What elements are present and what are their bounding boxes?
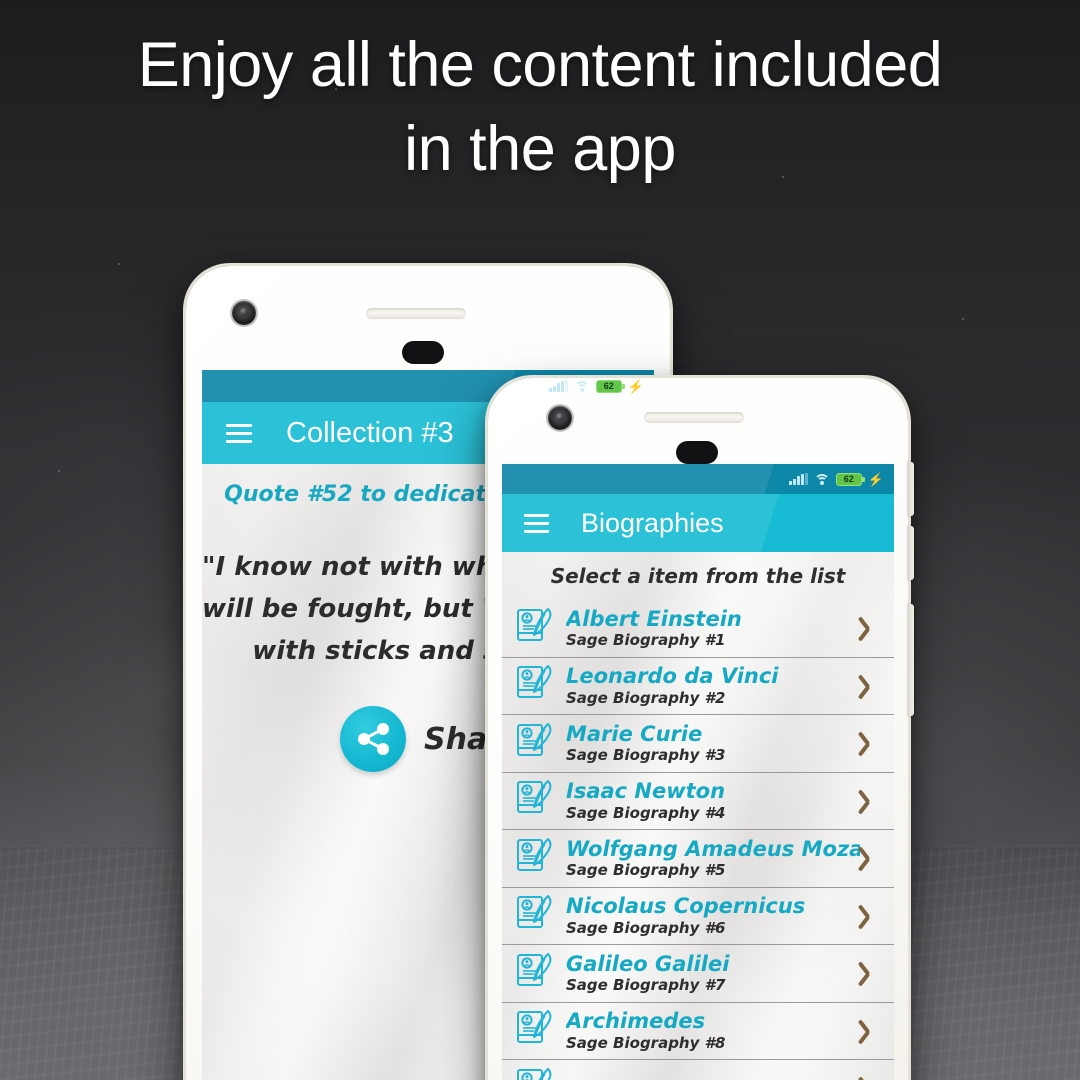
appbar-sheen (202, 370, 519, 402)
list-item-subtitle: Sage Biography #6 (566, 918, 726, 937)
hamburger-menu-icon[interactable] (226, 423, 252, 443)
appbar-sheen (502, 464, 778, 494)
list-item[interactable]: Isaac Newton Sage Biography #4 (502, 773, 894, 830)
front-camera-icon (232, 301, 256, 325)
list-item-subtitle: Sage Biography #5 (566, 861, 726, 879)
biography-book-quill-icon (512, 775, 558, 826)
battery-level-label: 62 (843, 473, 854, 484)
battery-icon: 62 (595, 379, 625, 393)
battery-level-label: 62 (603, 380, 614, 391)
list-hint-label: Select a item from the list (550, 564, 846, 588)
list-item-title: Marie Curie (566, 722, 703, 746)
chevron-right-icon[interactable] (857, 673, 880, 700)
list-item-subtitle: Sage Biography #3 (566, 746, 726, 764)
battery-icon: 62 (835, 472, 865, 486)
list-item[interactable]: Nicolaus Copernicus Sage Biography #6 (502, 888, 894, 945)
sensor-pill (402, 341, 444, 364)
chevron-right-icon[interactable] (857, 1075, 880, 1080)
background-speck (118, 263, 120, 265)
volume-down-button[interactable] (907, 526, 914, 580)
sensor-pill (676, 441, 718, 464)
volume-up-button[interactable] (907, 462, 914, 516)
share-icon[interactable] (340, 706, 406, 772)
biography-book-quill-icon (512, 833, 558, 884)
list-item-subtitle: Sage Biography #7 (566, 976, 726, 994)
promo-stage: Enjoy all the content included in the ap… (0, 0, 1080, 1080)
list-item[interactable]: Leonardo da Vinci Sage Biography #2 (502, 658, 894, 715)
front-camera-icon (548, 406, 572, 430)
list-item-subtitle: Sage Biography #1 (566, 631, 726, 649)
front-phone-screen: 62 ⚡ Biographies Select a item from the … (502, 464, 894, 1080)
chevron-right-icon[interactable] (857, 903, 880, 930)
headline-line-1: Enjoy all the content included (137, 30, 943, 100)
list-item-title: Galileo Galilei (566, 952, 730, 976)
background-speck (58, 470, 60, 472)
biography-book-quill-icon (512, 948, 558, 999)
biographies-list[interactable]: Albert Einstein Sage Biography #1 Leonar… (502, 600, 894, 1080)
list-item-subtitle: Sage Biography #2 (566, 688, 726, 707)
list-item-title: Albert Einstein (566, 607, 742, 631)
chevron-right-icon[interactable] (857, 788, 880, 815)
headline-line-2: in the app (404, 113, 676, 184)
chevron-right-icon[interactable] (857, 730, 880, 757)
biography-book-quill-icon (512, 1063, 558, 1080)
list-item[interactable]: Archimedes Sage Biography #8 (502, 1003, 894, 1060)
front-phone-device: 62 ⚡ Biographies Select a item from the … (488, 378, 914, 1080)
list-item-subtitle: Sage Biography #4 (566, 803, 726, 822)
list-item-title: Nicolaus Copernicus (566, 895, 806, 919)
list-item-subtitle: Sage Biography #8 (566, 1033, 726, 1052)
back-appbar-title: Collection #3 (286, 416, 454, 449)
chevron-right-icon[interactable] (857, 1018, 880, 1045)
wifi-icon (813, 473, 830, 485)
biography-book-quill-icon (512, 1005, 558, 1056)
chevron-right-icon[interactable] (857, 960, 880, 987)
list-item-title: Wolfgang Amadeus Mozart (566, 837, 860, 861)
front-appbar: Biographies (502, 494, 894, 552)
front-appbar-title: Biographies (581, 507, 724, 538)
hamburger-menu-icon[interactable] (524, 513, 549, 533)
page-title: Enjoy all the content included in the ap… (0, 24, 1080, 192)
front-status-bar: 62 ⚡ (502, 464, 894, 494)
list-item[interactable]: Marie Curie Sage Biography #3 (502, 715, 894, 773)
list-item[interactable] (502, 1060, 894, 1080)
chevron-right-icon[interactable] (857, 845, 880, 872)
background-speck (962, 318, 964, 320)
charging-bolt-icon: ⚡ (627, 378, 644, 394)
earpiece-speaker (366, 308, 466, 319)
charging-bolt-icon: ⚡ (867, 471, 884, 487)
signal-bars-icon (789, 473, 808, 485)
chevron-right-icon[interactable] (857, 615, 880, 642)
signal-bars-icon (549, 380, 568, 392)
biography-book-quill-icon (512, 603, 558, 654)
list-item-title: Leonardo da Vinci (566, 665, 779, 689)
biography-book-quill-icon (512, 660, 558, 711)
list-item-title: Archimedes (566, 1010, 706, 1034)
list-item-title: Isaac Newton (566, 780, 726, 804)
power-button[interactable] (907, 604, 914, 716)
list-item[interactable]: Wolfgang Amadeus Mozart Sage Biography #… (502, 830, 894, 888)
earpiece-speaker (644, 412, 744, 423)
list-item[interactable]: Galileo Galilei Sage Biography #7 (502, 945, 894, 1003)
wifi-icon (573, 380, 590, 392)
biography-book-quill-icon (512, 890, 558, 941)
list-item[interactable]: Albert Einstein Sage Biography #1 (502, 600, 894, 658)
biography-book-quill-icon (512, 718, 558, 769)
